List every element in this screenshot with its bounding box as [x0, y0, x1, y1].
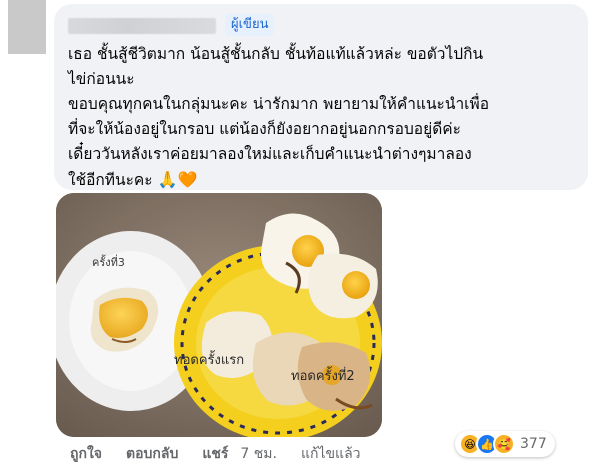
comment-photo[interactable]: ครั้งที่3 ทอดครั้งแรก ทอดครั้งที่2 [56, 193, 382, 437]
comment-bubble: ผู้เขียน เธอ ชั้นสู้ชีวิตมาก น้อนสู้ชั้น… [54, 4, 588, 190]
author-name-redacted[interactable] [68, 18, 216, 34]
edited-label[interactable]: แก้ไขแล้ว [301, 443, 361, 465]
reply-button[interactable]: ตอบกลับ [126, 443, 178, 465]
reactions-summary[interactable]: 😆 👍 🥰 377 [455, 431, 555, 457]
comment-body: เธอ ชั้นสู้ชีวิตมาก น้อนสู้ชั้นกลับ ชั้น… [68, 45, 490, 189]
comment-emojis: 🙏🧡 [157, 170, 198, 189]
avatar[interactable] [8, 0, 46, 54]
care-icon: 🥰 [493, 433, 515, 455]
author-badge: ผู้เขียน [225, 14, 275, 36]
comment-actions: ถูกใจ ตอบกลับ แชร์ 7 ชม. แก้ไขแล้ว [70, 443, 361, 465]
label-third-fry: ครั้งที่3 [92, 254, 125, 269]
label-second-fry: ทอดครั้งที่2 [291, 366, 355, 384]
like-button[interactable]: ถูกใจ [70, 443, 102, 465]
reaction-count: 377 [520, 436, 547, 452]
timestamp[interactable]: 7 ชม. [240, 443, 277, 465]
fried-eggs-photo: ครั้งที่3 ทอดครั้งแรก ทอดครั้งที่2 [56, 193, 382, 437]
share-button[interactable]: แชร์ [202, 443, 228, 465]
label-first-fry: ทอดครั้งแรก [174, 350, 244, 368]
comment-text: เธอ ชั้นสู้ชีวิตมาก น้อนสู้ชั้นกลับ ชั้น… [68, 42, 578, 193]
